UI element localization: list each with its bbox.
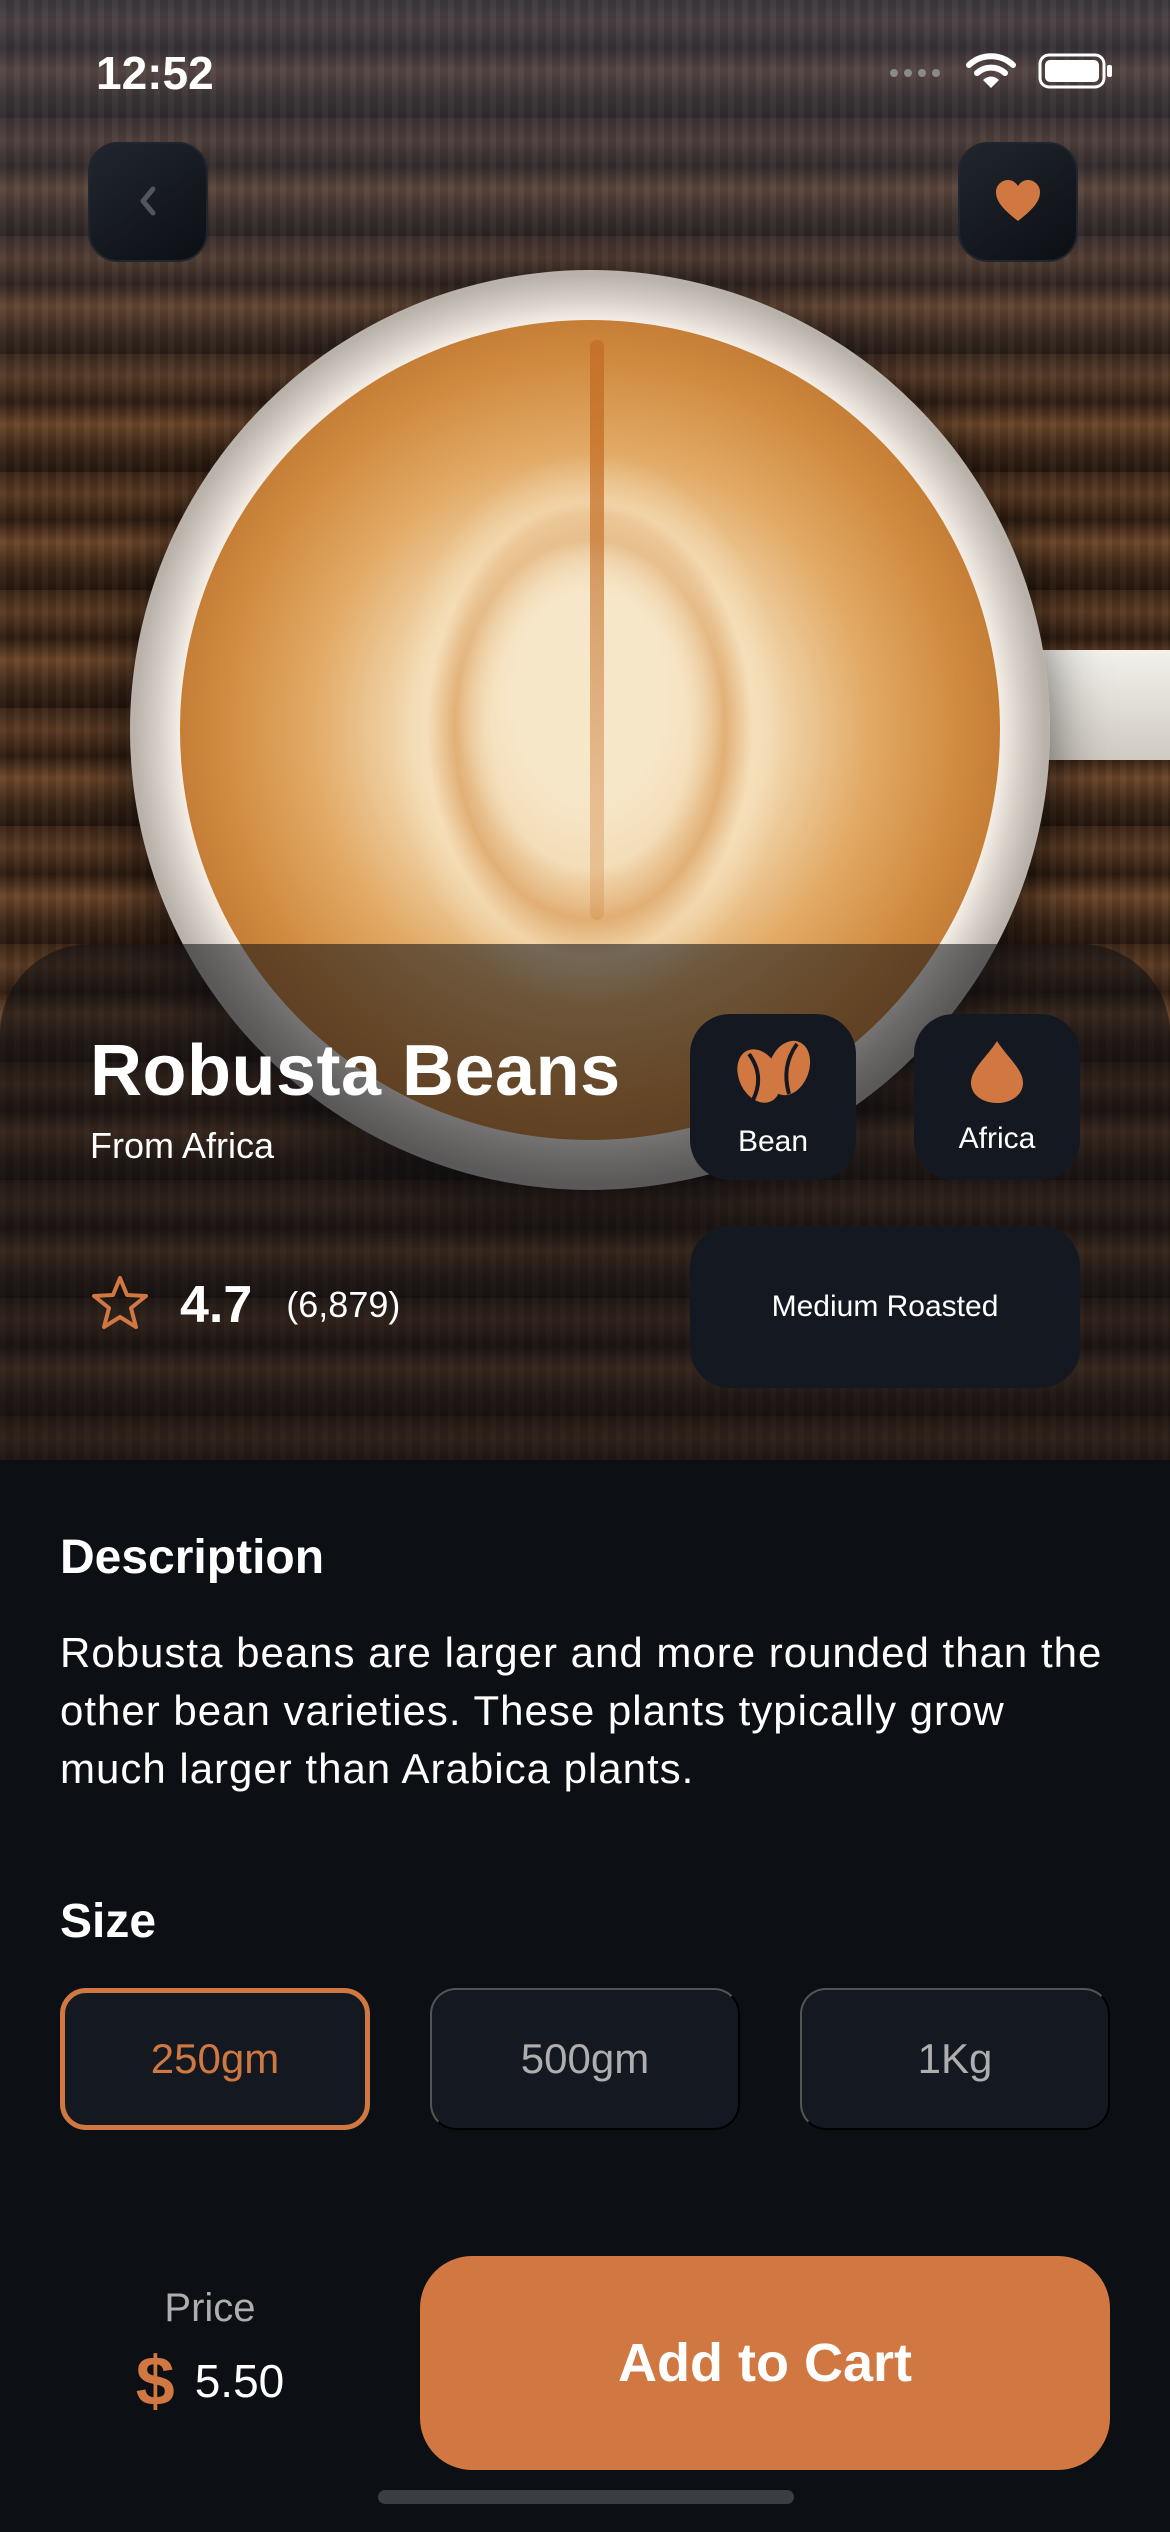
description-text[interactable]: Robusta beans are larger and more rounde… [60,1624,1110,1798]
status-bar: 12:52 [0,0,1170,140]
rating-row: 4.7 (6,879) [90,1270,400,1340]
tag-africa-label: Africa [958,1121,1036,1155]
price-value: 5.50 [194,2355,285,2407]
back-button[interactable] [88,142,208,262]
add-to-cart-button[interactable]: Add to Cart [420,2256,1110,2470]
rating-count: (6,879) [286,1284,401,1325]
tag-bean: Bean [690,1014,856,1180]
heart-icon [994,179,1042,226]
product-name: Robusta Beans [90,1031,621,1111]
status-time: 12:52 [96,47,214,99]
star-icon [90,1274,150,1337]
coffee-bean-icon [731,1036,815,1113]
favorite-button[interactable] [958,142,1078,262]
signal-icon [888,61,944,86]
description-title: Description [60,1531,325,1584]
roast-level-badge: Medium Roasted [690,1226,1080,1388]
price-label: Price [164,2286,256,2330]
location-drop-icon [969,1039,1025,1110]
price-row: $ 5.50 [136,2341,284,2421]
price-block: Price $ 5.50 [60,2286,360,2421]
size-option-500gm[interactable]: 500gm [430,1988,740,2130]
product-origin: From Africa [90,1125,275,1166]
size-option-250gm[interactable]: 250gm [60,1988,370,2130]
home-indicator[interactable] [378,2490,794,2504]
rating-value: 4.7 [180,1276,253,1334]
status-icons [888,52,1114,95]
chevron-left-icon [133,181,163,224]
size-title: Size [60,1895,157,1948]
battery-icon [1038,53,1114,94]
price-currency: $ [135,2342,175,2420]
wifi-icon [966,52,1016,95]
latte-art-stem [590,340,604,920]
tag-bean-label: Bean [737,1124,809,1158]
size-option-1kg[interactable]: 1Kg [800,1988,1110,2130]
tag-africa: Africa [914,1014,1080,1180]
